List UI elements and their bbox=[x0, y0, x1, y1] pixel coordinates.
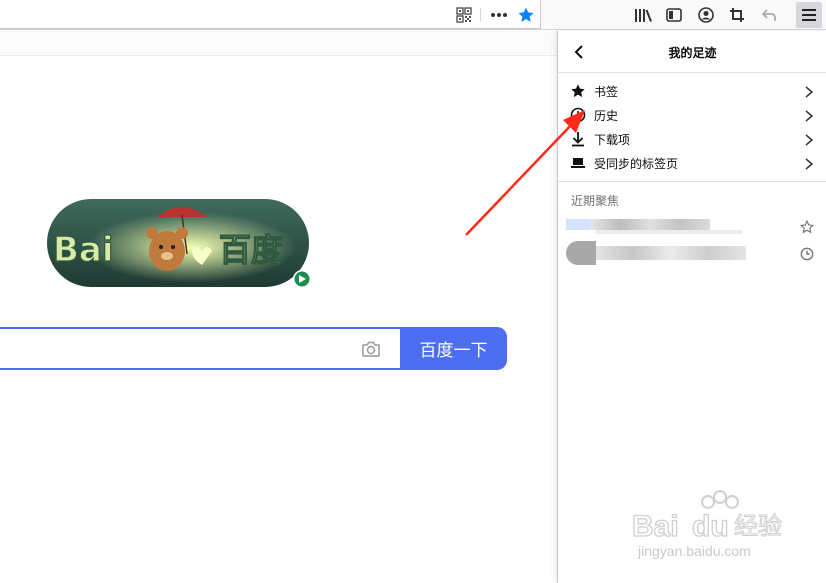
synced-tabs-icon bbox=[569, 154, 587, 172]
search-button[interactable]: 百度一下 bbox=[400, 327, 507, 370]
svg-text:Bai: Bai bbox=[632, 510, 679, 543]
star-outline-icon[interactable] bbox=[799, 219, 815, 234]
qr-code-icon[interactable] bbox=[453, 4, 475, 26]
chevron-right-icon bbox=[802, 132, 816, 146]
recent-highlights-label: 近期聚焦 bbox=[571, 194, 620, 208]
baidu-doodle[interactable]: Bai 百度 bbox=[47, 199, 313, 289]
list-item[interactable] bbox=[566, 214, 821, 238]
library-icon[interactable] bbox=[632, 4, 654, 26]
panel-header: 我的足迹 bbox=[558, 31, 826, 73]
download-icon bbox=[569, 130, 587, 148]
blurred-favicon bbox=[566, 241, 596, 265]
browser-toolbar bbox=[0, 0, 826, 30]
svg-text:经验: 经验 bbox=[734, 512, 782, 540]
doodle-text-right: 百度 bbox=[219, 231, 283, 269]
panel-divider bbox=[558, 181, 826, 182]
menu-item-label: 下载项 bbox=[594, 132, 631, 147]
menu-item-label: 书签 bbox=[594, 84, 619, 99]
chevron-right-icon bbox=[802, 156, 816, 170]
watermark-url: jingyan.baidu.com bbox=[638, 543, 751, 559]
menu-item-label: 历史 bbox=[594, 108, 619, 123]
account-icon[interactable] bbox=[695, 4, 717, 26]
clock-icon bbox=[800, 246, 814, 261]
menu-item-synced-tabs[interactable]: 受同步的标签页 bbox=[558, 151, 826, 175]
camera-icon[interactable] bbox=[360, 338, 382, 360]
search-input[interactable] bbox=[0, 327, 400, 370]
blurred-favicon bbox=[566, 219, 590, 230]
bookmarks-bar bbox=[0, 31, 557, 55]
menu-item-bookmarks[interactable]: 书签 bbox=[558, 79, 826, 103]
menu-item-history[interactable]: 历史 bbox=[558, 103, 826, 127]
chevron-right-icon bbox=[802, 108, 816, 122]
menu-item-downloads[interactable]: 下载项 bbox=[558, 127, 826, 151]
list-item[interactable] bbox=[566, 240, 821, 265]
panel-title: 我的足迹 bbox=[668, 46, 717, 60]
browser-window: Bai 百度 百度一下 我的足迹 书签 历史 下载项 受同步的标签页 近期聚焦 … bbox=[0, 0, 826, 583]
undo-icon[interactable] bbox=[758, 4, 780, 26]
blurred-title bbox=[596, 246, 746, 260]
blurred-url bbox=[596, 230, 742, 234]
svg-text:du: du bbox=[692, 510, 729, 543]
page-divider bbox=[0, 55, 557, 56]
blurred-title bbox=[590, 219, 710, 230]
star-icon bbox=[569, 82, 587, 100]
menu-icon[interactable] bbox=[798, 4, 820, 26]
toolbar-divider bbox=[480, 8, 481, 22]
screenshot-icon[interactable] bbox=[726, 4, 748, 26]
more-icon[interactable] bbox=[488, 4, 510, 26]
doodle-text-left: Bai bbox=[53, 230, 114, 270]
clock-icon bbox=[569, 106, 587, 124]
sidebar-icon[interactable] bbox=[663, 4, 685, 26]
chevron-right-icon bbox=[802, 84, 816, 98]
menu-item-label: 受同步的标签页 bbox=[594, 156, 679, 171]
bookmark-star-icon[interactable] bbox=[515, 4, 537, 26]
